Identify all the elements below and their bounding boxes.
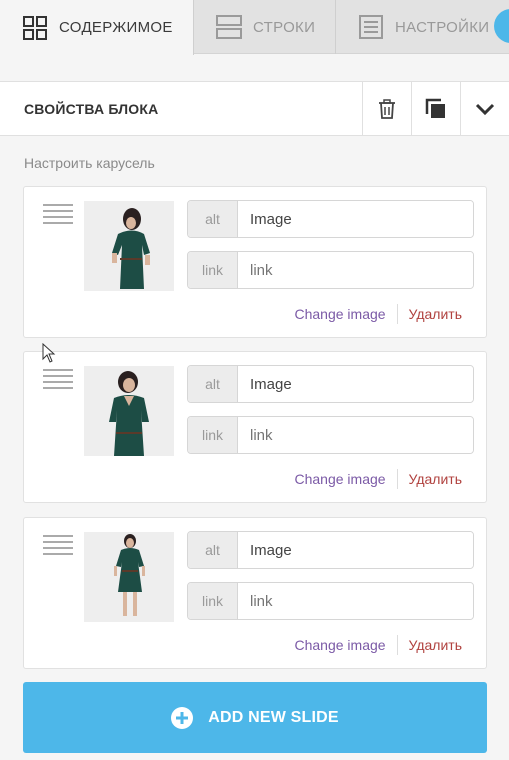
alt-input[interactable] (238, 532, 473, 568)
alt-input[interactable] (238, 366, 473, 402)
tab-bar: СОДЕРЖИМОЕ СТРОКИ НАСТРОЙКИ (0, 0, 509, 55)
drag-handle-icon[interactable] (43, 204, 73, 224)
delete-slide-link[interactable]: Удалить (409, 471, 462, 487)
tab-label: СТРОКИ (253, 18, 316, 36)
link-field: link (187, 251, 474, 289)
link-input[interactable] (238, 583, 473, 619)
carousel-settings-label: Настроить карусель (24, 155, 155, 171)
slide-actions: Change image Удалить (294, 469, 462, 489)
slide-thumbnail (84, 201, 174, 291)
drag-handle-icon[interactable] (43, 369, 73, 389)
add-new-slide-button[interactable]: ADD NEW SLIDE (23, 682, 487, 753)
link-field: link (187, 416, 474, 454)
link-addon: link (188, 417, 238, 453)
delete-slide-link[interactable]: Удалить (409, 306, 462, 322)
alt-input[interactable] (238, 201, 473, 237)
delete-slide-link[interactable]: Удалить (409, 637, 462, 653)
change-image-link[interactable]: Change image (294, 306, 385, 322)
alt-addon: alt (188, 532, 238, 568)
chevron-down-icon (475, 103, 495, 115)
link-addon: link (188, 252, 238, 288)
slide-thumbnail (84, 366, 174, 456)
slide-actions: Change image Удалить (294, 304, 462, 324)
duplicate-block-button[interactable] (411, 81, 460, 136)
plus-circle-icon (171, 706, 194, 729)
change-image-link[interactable]: Change image (294, 471, 385, 487)
link-addon: link (188, 583, 238, 619)
add-new-slide-label: ADD NEW SLIDE (208, 708, 339, 726)
slide-thumbnail (84, 532, 174, 622)
link-field: link (187, 582, 474, 620)
mouse-cursor-icon (42, 343, 56, 363)
link-input[interactable] (238, 252, 473, 288)
alt-field: alt (187, 365, 474, 403)
carousel-slide: alt link Change image Удалить (23, 351, 487, 503)
drag-handle-icon[interactable] (43, 535, 73, 555)
block-properties-header: СВОЙСТВА БЛОКА (0, 81, 509, 136)
trash-icon (379, 98, 395, 119)
tab-label: СОДЕРЖИМОЕ (59, 19, 173, 36)
divider (396, 469, 398, 489)
change-image-link[interactable]: Change image (294, 637, 385, 653)
carousel-slide: alt link Change image Удалить (23, 186, 487, 338)
collapse-block-button[interactable] (460, 81, 509, 136)
tab-label: НАСТРОЙКИ (395, 18, 490, 36)
delete-block-button[interactable] (362, 81, 411, 136)
duplicate-icon (425, 98, 445, 118)
slide-actions: Change image Удалить (294, 635, 462, 655)
alt-field: alt (187, 200, 474, 238)
alt-field: alt (187, 531, 474, 569)
tab-rows[interactable]: СТРОКИ (194, 0, 336, 54)
carousel-slide: alt link Change image Удалить (23, 517, 487, 669)
settings-list-icon (358, 14, 384, 40)
tab-settings[interactable]: НАСТРОЙКИ (336, 0, 509, 54)
divider (396, 635, 398, 655)
alt-addon: alt (188, 366, 238, 402)
tab-content[interactable]: СОДЕРЖИМОЕ (0, 0, 194, 55)
grid-icon (22, 15, 48, 41)
divider (396, 304, 398, 324)
block-properties-title: СВОЙСТВА БЛОКА (24, 100, 159, 117)
link-input[interactable] (238, 417, 473, 453)
rows-icon (216, 14, 242, 40)
alt-addon: alt (188, 201, 238, 237)
